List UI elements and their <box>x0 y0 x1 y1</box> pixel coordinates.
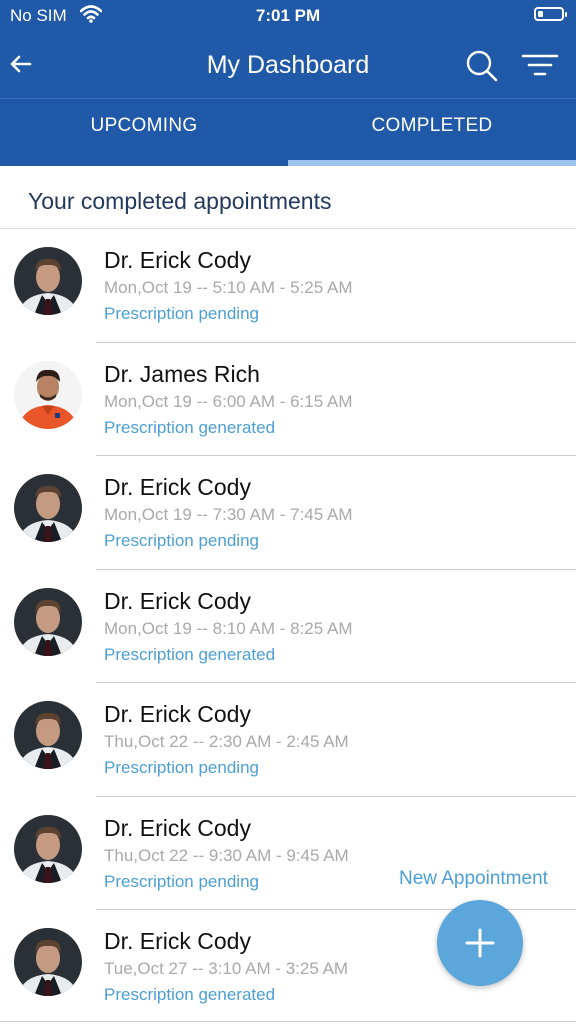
doctor-name: Dr. Erick Cody <box>104 928 251 954</box>
doctor-avatar <box>14 814 82 883</box>
appointment-row[interactable]: Dr. Erick Cody Mon,Oct 19 -- 8:10 AM - 8… <box>0 570 576 683</box>
tab-upcoming[interactable]: UPCOMING <box>0 99 288 166</box>
doctor-name: Dr. Erick Cody <box>104 814 251 841</box>
doctor-avatar <box>14 701 82 769</box>
plus-icon <box>465 928 495 958</box>
appointment-time: Thu,Oct 22 -- 9:30 AM - 9:45 AM <box>104 845 349 865</box>
prescription-status: Prescription pending <box>104 758 259 777</box>
appointment-row[interactable]: Dr. Erick Cody Mon,Oct 19 -- 7:30 AM - 7… <box>0 456 576 570</box>
tab-completed[interactable]: COMPLETED <box>288 99 576 166</box>
doctor-avatar <box>14 474 82 542</box>
section-title: Your completed appointments <box>28 188 332 214</box>
filter-icon[interactable] <box>520 50 560 82</box>
doctor-name: Dr. Erick Cody <box>104 701 251 727</box>
doctor-avatar <box>14 247 82 315</box>
doctor-name: Dr. Erick Cody <box>104 247 251 273</box>
appointment-time: Mon,Oct 19 -- 8:10 AM - 8:25 AM <box>104 618 353 638</box>
status-bar: No SIM 7:01 PM <box>0 0 576 30</box>
search-icon[interactable] <box>464 48 500 84</box>
doctor-name: Dr. Erick Cody <box>104 587 251 614</box>
appointment-time: Mon,Oct 19 -- 5:10 AM - 5:25 AM <box>104 278 353 297</box>
prescription-status: Prescription pending <box>104 531 259 550</box>
battery-icon <box>534 7 567 21</box>
appointment-time: Thu,Oct 22 -- 2:30 AM - 2:45 AM <box>104 732 349 751</box>
prescription-status: Prescription generated <box>104 417 276 437</box>
appointment-row[interactable]: Dr. James Rich Mon,Oct 19 -- 6:00 AM - 6… <box>0 343 576 456</box>
clock: 7:01 PM <box>255 6 321 25</box>
app-bar: My Dashboard <box>0 30 576 98</box>
prescription-status: Prescription generated <box>104 644 276 664</box>
appointment-time: Tue,Oct 27 -- 3:10 AM - 3:25 AM <box>104 959 349 978</box>
doctor-name: Dr. Erick Cody <box>104 474 251 500</box>
tab-bar: UPCOMING COMPLETED <box>0 98 576 166</box>
appointment-time: Mon,Oct 19 -- 6:00 AM - 6:15 AM <box>104 391 353 411</box>
doctor-name: Dr. James Rich <box>104 360 260 387</box>
appointment-row[interactable]: Dr. Erick Cody Mon,Oct 19 -- 5:10 AM - 5… <box>0 229 576 343</box>
list-bottom-divider <box>0 1021 576 1022</box>
appointment-row[interactable]: Dr. Erick Cody Thu,Oct 22 -- 9:30 AM - 9… <box>0 797 576 910</box>
tab-selected-indicator <box>288 160 576 166</box>
appointment-row[interactable]: Dr. Erick Cody Thu,Oct 22 -- 2:30 AM - 2… <box>0 683 576 797</box>
prescription-status: Prescription generated <box>104 985 276 1004</box>
doctor-avatar <box>14 928 82 996</box>
prescription-status: Prescription pending <box>104 871 259 891</box>
new-appointment-button[interactable] <box>437 900 523 986</box>
doctor-avatar <box>14 587 82 656</box>
appointment-time: Mon,Oct 19 -- 7:30 AM - 7:45 AM <box>104 505 353 524</box>
new-appointment-label[interactable]: New Appointment <box>399 868 548 890</box>
doctor-avatar <box>14 360 82 429</box>
prescription-status: Prescription pending <box>104 304 259 323</box>
